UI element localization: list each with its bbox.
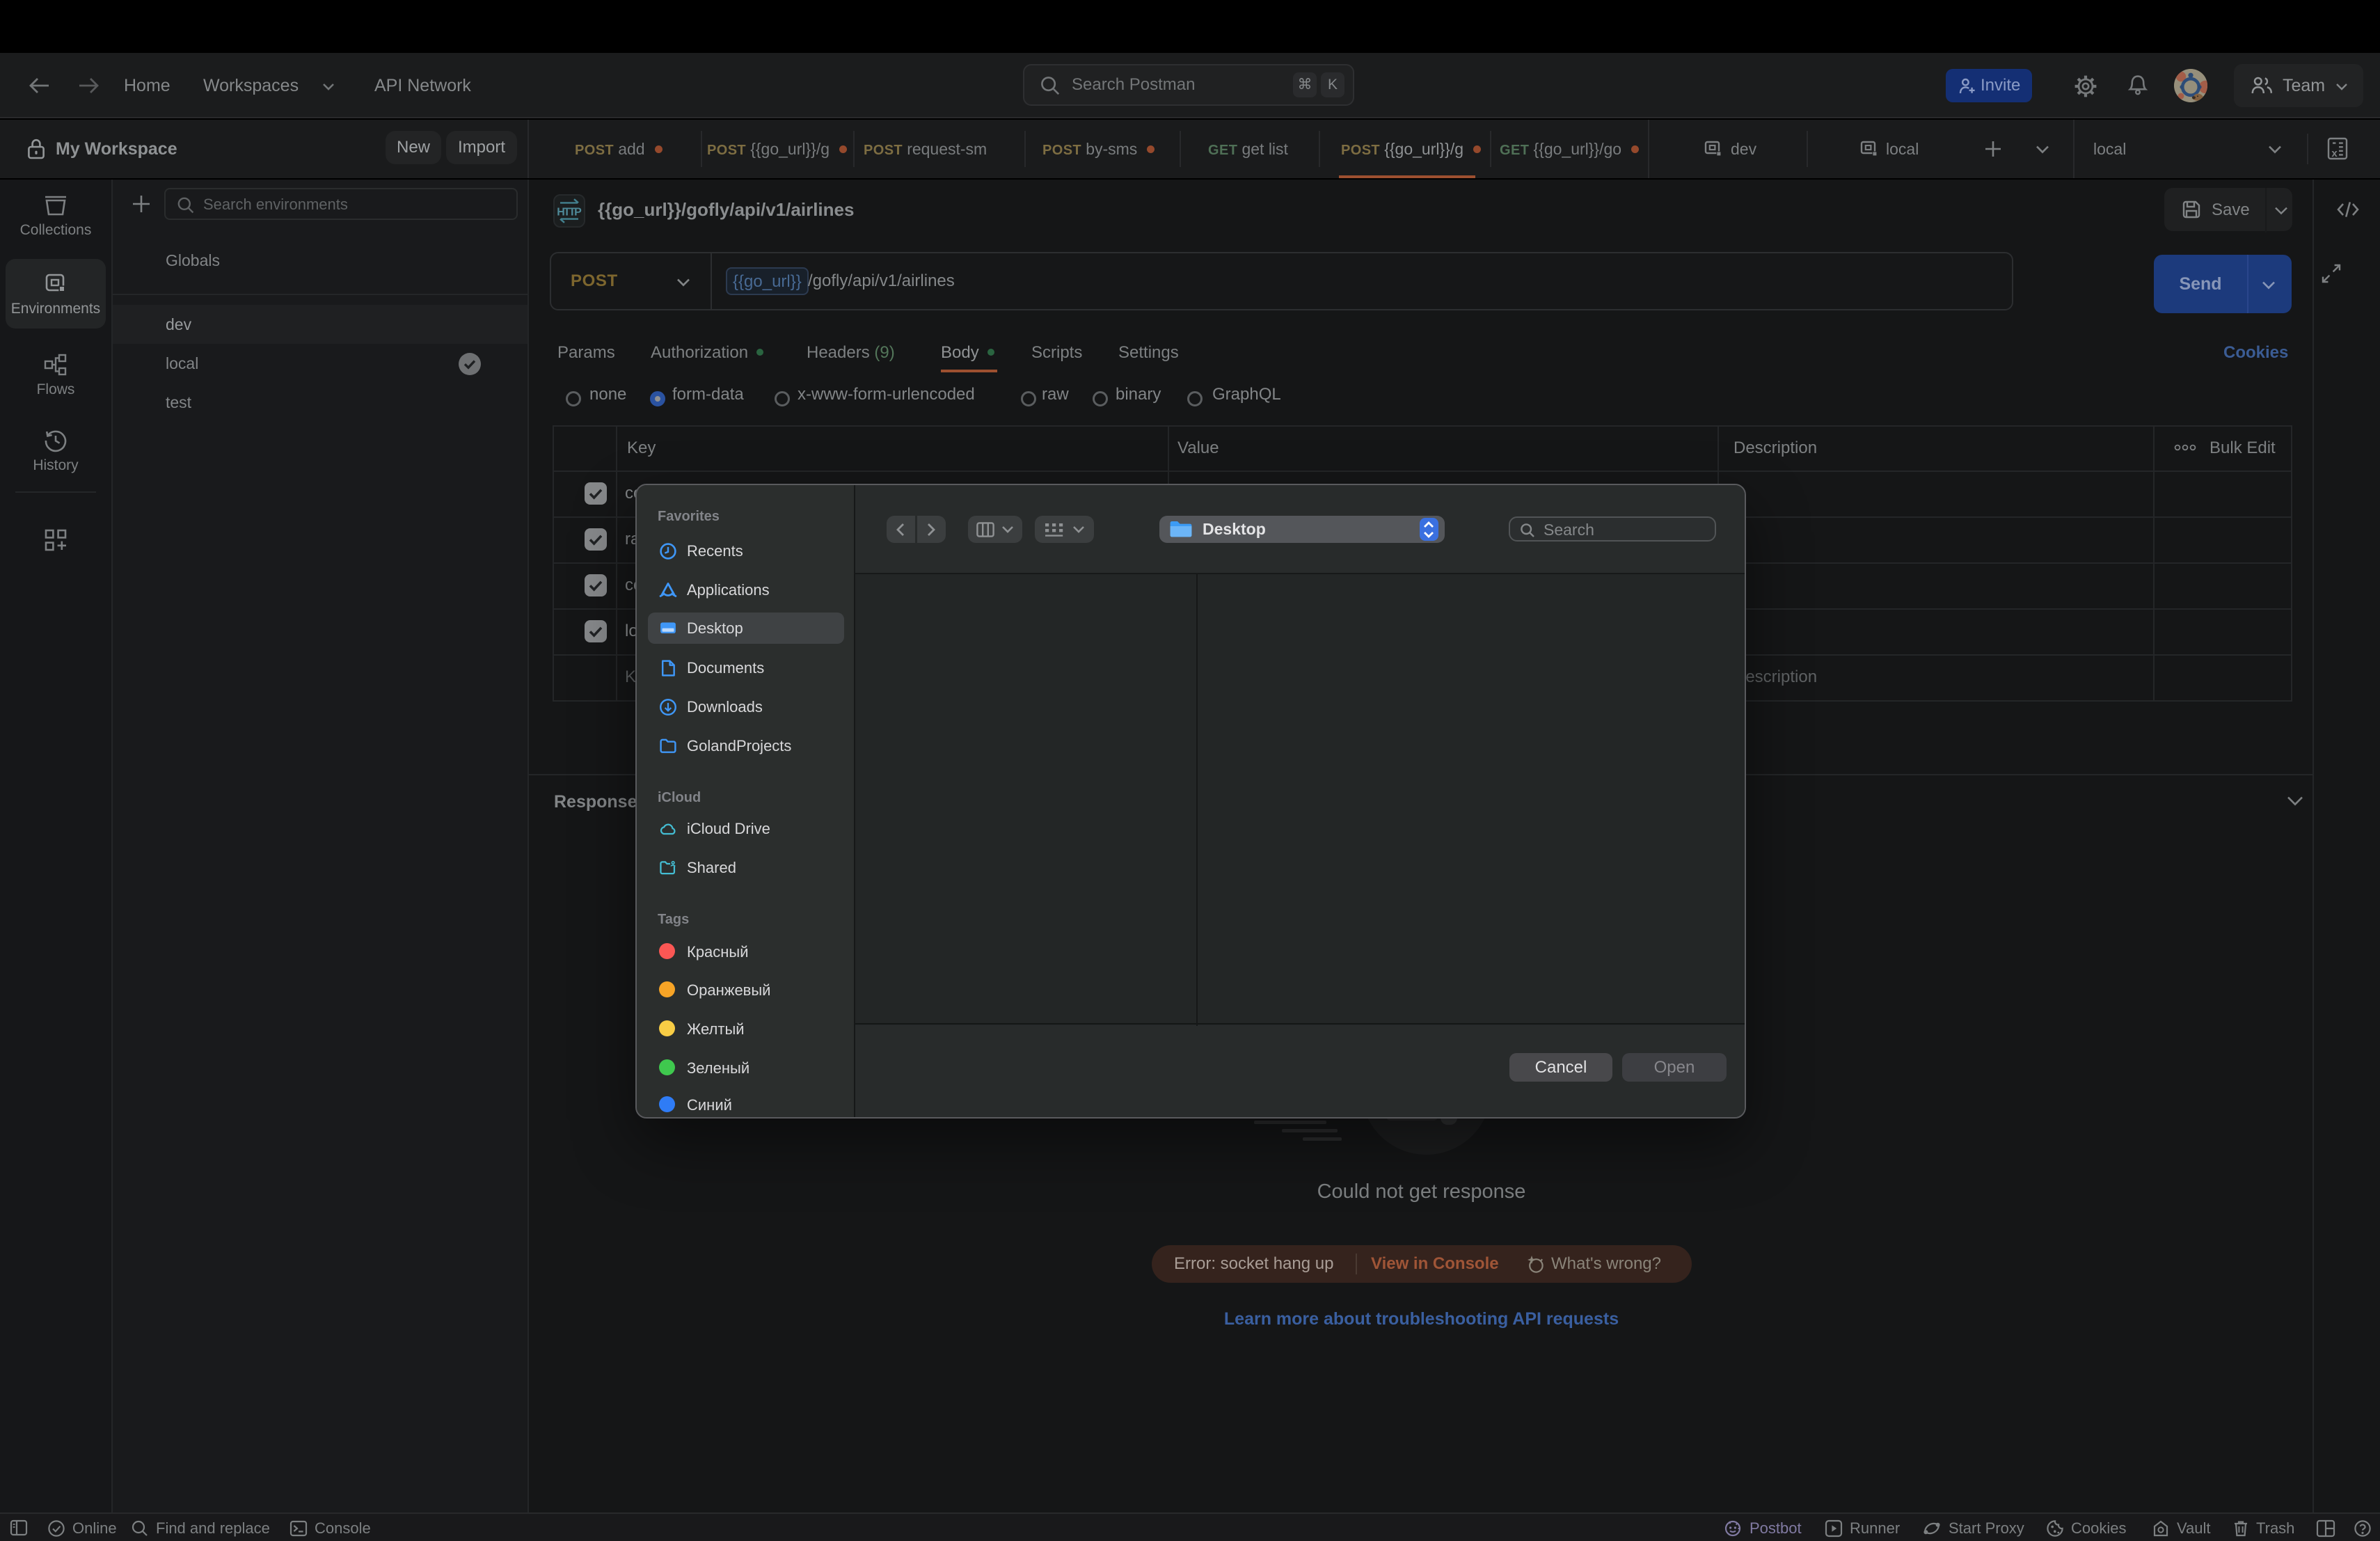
svg-text:x: x bbox=[2331, 148, 2338, 159]
svg-text:HTTP: HTTP bbox=[557, 207, 582, 219]
